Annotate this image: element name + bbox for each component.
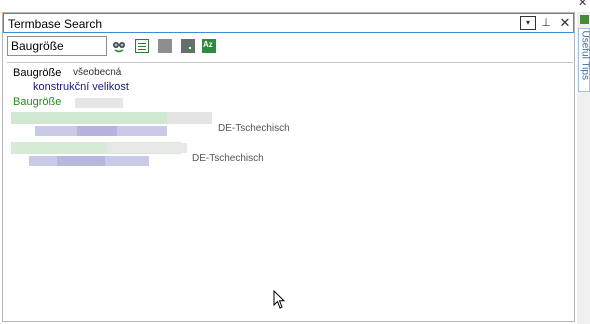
row-language: DE-Tschechisch [192, 153, 264, 164]
termbase-search-panel: Termbase Search ▾ ⊥ ✕ Baugröße všeobecná… [2, 12, 575, 322]
add-term-icon[interactable] [135, 39, 149, 53]
pin-icon[interactable]: ⊥ [539, 16, 553, 30]
search-binoculars-icon[interactable] [112, 39, 126, 53]
sort-az-icon[interactable] [202, 39, 216, 53]
source-term[interactable]: Baugröße [13, 96, 61, 108]
window-close-icon[interactable]: ✕ [578, 0, 587, 9]
blurred-text [11, 112, 171, 124]
mouse-cursor-icon [273, 290, 286, 309]
useful-tips-label: Useful Tips [579, 30, 590, 80]
row-language: DE-Tschechisch [218, 123, 290, 134]
termbase-settings-icon[interactable] [181, 39, 195, 53]
tips-icon[interactable] [580, 15, 589, 24]
dropdown-button[interactable]: ▾ [520, 16, 536, 30]
panel-title: Termbase Search [8, 17, 103, 31]
search-input[interactable] [7, 36, 107, 56]
blurred-text [77, 126, 117, 136]
close-icon[interactable]: ✕ [558, 16, 572, 30]
results-list: Baugröße všeobecná konstrukční velikost … [7, 62, 573, 321]
blurred-text [107, 143, 187, 153]
blurred-text [57, 156, 105, 166]
panel-titlebar: Termbase Search ▾ ⊥ ✕ [3, 13, 574, 33]
entry-header-domain: všeobecná [73, 67, 122, 78]
edit-term-icon[interactable] [158, 39, 172, 53]
useful-tips-tab[interactable]: Useful Tips [578, 28, 590, 92]
blurred-text [75, 98, 123, 108]
target-term[interactable]: konstrukční velikost [33, 81, 129, 93]
top-strip [0, 0, 590, 10]
entry-header-term: Baugröße [13, 67, 62, 79]
blurred-text [167, 112, 212, 124]
